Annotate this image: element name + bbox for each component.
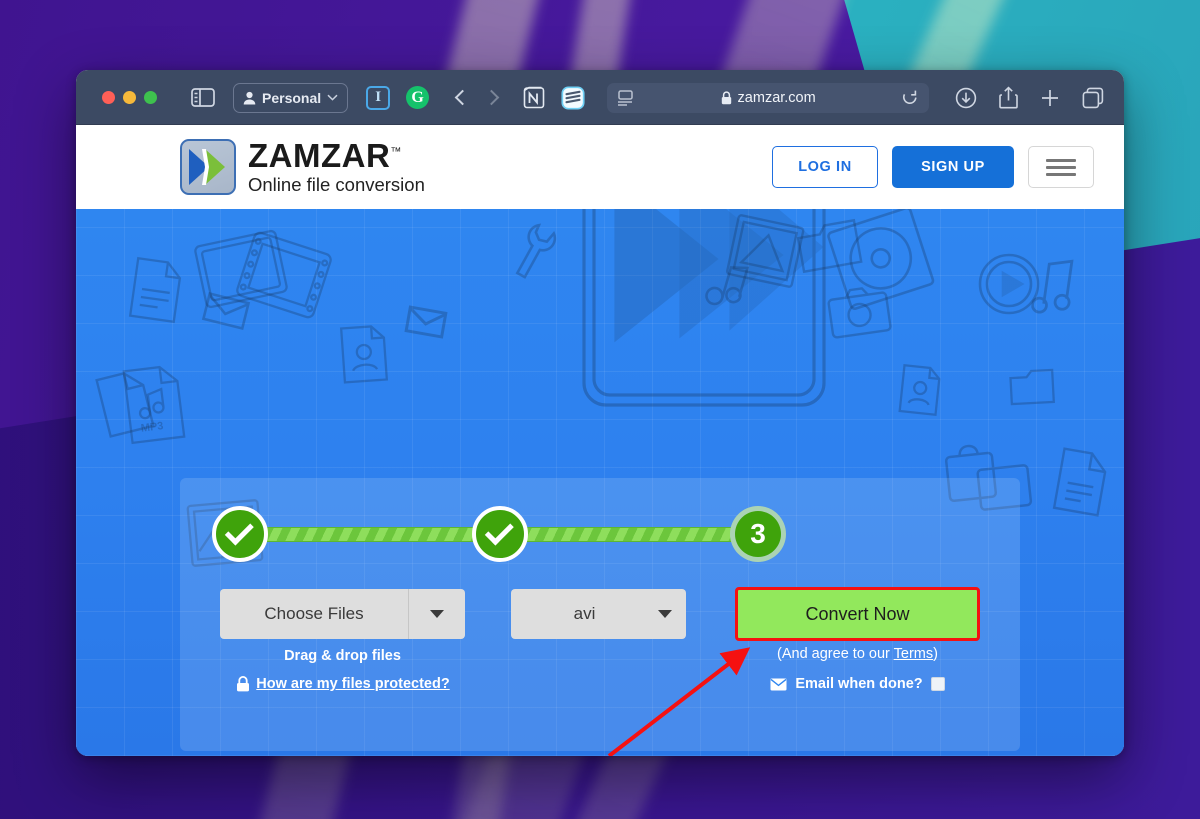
login-button[interactable]: LOG IN: [772, 146, 878, 188]
todoist-extension[interactable]: [561, 85, 585, 110]
zamzar-logo[interactable]: ZAMZAR™ Online file conversion: [180, 139, 425, 195]
step-indicator: 3: [212, 506, 988, 562]
sketch-music-note-icon: [1030, 255, 1078, 322]
downloads-button[interactable]: [955, 87, 977, 109]
step-3-number: 3: [750, 518, 766, 549]
conversion-card: 3 Choose Files avi Convert Now Drag & dr…: [180, 478, 1020, 751]
reader-view-icon[interactable]: [617, 89, 635, 106]
choose-files-dropdown-toggle[interactable]: [408, 589, 465, 639]
window-controls[interactable]: [102, 91, 157, 104]
zamzar-logo-text: ZAMZAR™ Online file conversion: [248, 139, 425, 195]
terms-suffix: ): [933, 646, 938, 662]
zamzar-logo-mark: [180, 139, 236, 195]
lock-icon: [237, 676, 250, 692]
output-format-value: avi: [573, 604, 596, 623]
sketch-envelope-icon: [404, 304, 449, 340]
profile-label: Personal: [262, 89, 322, 106]
sketch-file-icon: [1049, 445, 1114, 519]
zoom-window-button[interactable]: [144, 91, 157, 104]
step-3-current[interactable]: 3: [730, 506, 786, 562]
browser-window: Personal I G zamzar.com ZAMZAR™ Online f…: [76, 70, 1124, 756]
step-connector-2: [514, 527, 760, 542]
url-text: zamzar.com: [737, 89, 816, 106]
logo-title-text: ZAMZAR: [248, 137, 391, 175]
desktop-wallpaper: Personal I G zamzar.com ZAMZAR™ Online f…: [0, 0, 1200, 819]
convert-now-button[interactable]: Convert Now: [735, 587, 980, 641]
sidebar-icon[interactable]: [189, 86, 217, 110]
share-button[interactable]: [999, 86, 1018, 109]
step-connector-1: [256, 527, 500, 542]
notion-extension[interactable]: [523, 86, 545, 109]
tab-overview-button[interactable]: [1082, 87, 1104, 109]
check-icon: [484, 515, 514, 545]
logo-title: ZAMZAR™: [248, 139, 402, 172]
person-icon: [243, 91, 256, 104]
new-tab-button[interactable]: [1040, 88, 1060, 108]
drag-drop-hint: Drag & drop files: [284, 648, 401, 664]
sketch-wrench-icon: [499, 216, 572, 286]
site-header: ZAMZAR™ Online file conversion LOG IN SI…: [76, 125, 1124, 209]
profile-switcher-button[interactable]: Personal: [233, 82, 349, 113]
close-window-button[interactable]: [102, 91, 115, 104]
toolbar-right-group: [955, 86, 1110, 109]
web-page: ZAMZAR™ Online file conversion LOG IN SI…: [76, 125, 1124, 756]
email-when-done-row[interactable]: Email when done?: [735, 676, 980, 692]
instapaper-extension[interactable]: I: [366, 85, 391, 110]
sketch-document-icon: [124, 253, 189, 326]
logo-subtitle: Online file conversion: [248, 174, 425, 196]
step-2-complete[interactable]: [472, 506, 528, 562]
files-protected-text[interactable]: How are my files protected?: [256, 676, 449, 692]
grammarly-glyph: G: [411, 88, 424, 106]
sketch-folder-icon: [1007, 366, 1057, 408]
step-1-complete[interactable]: [212, 506, 268, 562]
sketch-contact-card-icon: [895, 362, 944, 418]
sketch-folder-icon: [792, 214, 866, 279]
url-display[interactable]: zamzar.com: [635, 90, 901, 106]
files-protected-link[interactable]: How are my files protected?: [212, 676, 474, 692]
reload-icon[interactable]: [901, 89, 919, 107]
converter-controls: Choose Files avi Convert Now: [180, 587, 1020, 641]
forward-button[interactable]: [483, 89, 500, 106]
sketch-contact-card-icon: [336, 322, 392, 385]
browser-toolbar: Personal I G zamzar.com: [76, 70, 1124, 125]
sketch-camera-icon: [823, 280, 896, 343]
envelope-icon: [770, 678, 787, 690]
minimize-window-button[interactable]: [123, 91, 136, 104]
terms-link[interactable]: Terms: [894, 646, 933, 662]
output-format-select[interactable]: avi: [511, 589, 686, 639]
terms-agreement-line: (And agree to our Terms): [735, 646, 980, 662]
header-actions: LOG IN SIGN UP: [772, 146, 1094, 188]
logo-trademark: ™: [390, 146, 402, 159]
signup-button[interactable]: SIGN UP: [892, 146, 1014, 188]
check-icon: [224, 515, 254, 545]
back-button[interactable]: [454, 89, 471, 106]
hamburger-menu-icon[interactable]: [1028, 146, 1094, 188]
chevron-down-icon: [327, 94, 338, 101]
terms-prefix: (And agree to our: [777, 646, 894, 662]
instapaper-glyph: I: [375, 89, 382, 105]
choose-files-button[interactable]: Choose Files: [220, 589, 465, 639]
choose-files-label: Choose Files: [264, 604, 364, 623]
hero-background: MP3 3 Choose Files avi Convert Now Drag …: [76, 209, 1124, 756]
email-when-done-label: Email when done?: [795, 676, 923, 692]
caret-down-icon: [658, 610, 672, 618]
caret-down-icon: [430, 610, 444, 618]
grammarly-extension[interactable]: G: [406, 86, 430, 109]
email-when-done-checkbox[interactable]: [930, 677, 945, 691]
address-bar[interactable]: zamzar.com: [607, 82, 930, 113]
lock-icon: [721, 90, 731, 104]
